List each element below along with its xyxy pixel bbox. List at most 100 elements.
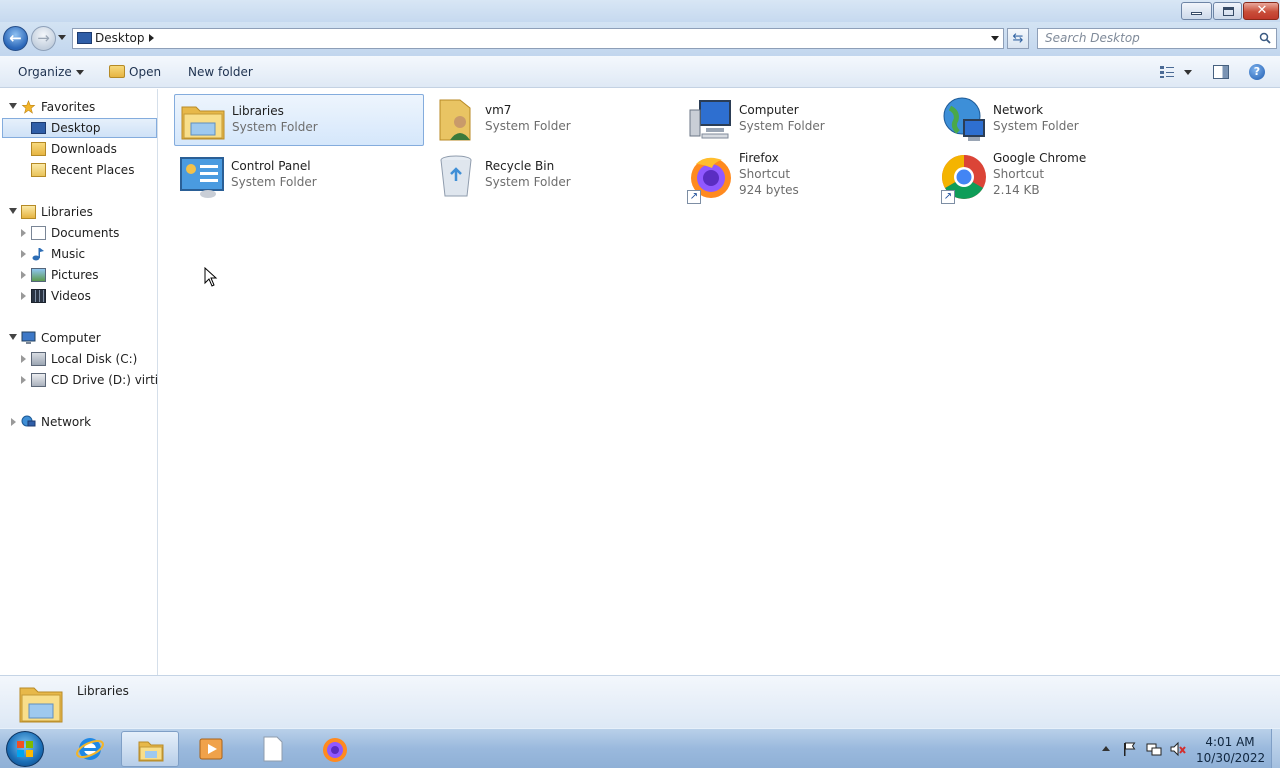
open-button[interactable]: Open [129, 65, 161, 79]
item-vm7[interactable]: vm7 System Folder [428, 94, 678, 146]
nav-pictures-label: Pictures [51, 268, 99, 282]
internet-explorer-icon [76, 738, 104, 760]
nav-favorites-label: Favorites [41, 100, 96, 114]
organize-button[interactable]: Organize [18, 65, 84, 79]
nav-downloads-label: Downloads [51, 142, 117, 156]
refresh-button[interactable]: ⇆ [1007, 28, 1029, 49]
item-google-chrome[interactable]: ↗ Google Chrome Shortcut 2.14 KB [936, 150, 1186, 204]
taskbar-internet-explorer[interactable] [61, 731, 119, 767]
nav-music[interactable]: Music [0, 244, 156, 264]
nav-cd-drive[interactable]: CD Drive (D:) virtio-w [0, 370, 157, 390]
expand-arrow-icon[interactable] [9, 208, 17, 214]
nav-desktop[interactable]: Desktop [2, 118, 157, 138]
forward-button[interactable]: → [31, 26, 56, 51]
nav-network[interactable]: Network [0, 412, 156, 432]
music-icon [32, 248, 44, 261]
help-icon[interactable]: ? [1249, 64, 1265, 80]
item-type: System Folder [232, 120, 318, 134]
nav-local-disk[interactable]: Local Disk (C:) [0, 349, 156, 369]
nav-downloads[interactable]: Downloads [0, 139, 156, 159]
minimize-button[interactable] [1181, 2, 1212, 20]
back-button[interactable]: ← [3, 26, 28, 51]
item-type: System Folder [231, 175, 317, 189]
desktop-icon [77, 32, 92, 44]
taskbar-windows-explorer[interactable] [121, 731, 179, 767]
item-name: Control Panel [231, 159, 311, 173]
nav-favorites[interactable]: Favorites [0, 97, 156, 117]
action-center-flag-icon[interactable] [1122, 741, 1138, 757]
libraries-icon [21, 205, 36, 219]
nav-libraries[interactable]: Libraries [0, 202, 156, 222]
change-view-icon[interactable] [1159, 65, 1175, 79]
expand-arrow-icon[interactable] [9, 334, 17, 340]
collapse-arrow-icon[interactable] [11, 418, 16, 426]
nav-videos[interactable]: Videos [0, 286, 156, 306]
item-firefox[interactable]: ↗ Firefox Shortcut 924 bytes [682, 150, 932, 204]
item-name: vm7 [485, 103, 512, 117]
new-folder-button[interactable]: New folder [188, 65, 253, 79]
breadcrumb-chevron-icon[interactable] [149, 34, 154, 42]
search-input[interactable]: Search Desktop [1037, 28, 1277, 49]
shortcut-arrow-icon: ↗ [687, 190, 701, 204]
system-clock[interactable]: 4:01 AM 10/30/2022 [1196, 734, 1265, 766]
item-type: System Folder [485, 119, 571, 133]
collapse-arrow-icon[interactable] [21, 355, 26, 363]
star-icon [21, 100, 36, 114]
nav-documents[interactable]: Documents [0, 223, 156, 243]
address-bar[interactable]: Desktop [72, 28, 1004, 49]
restore-button[interactable] [1213, 2, 1242, 20]
taskbar-notepad[interactable] [244, 731, 302, 767]
restore-icon [1223, 7, 1234, 16]
collapse-arrow-icon[interactable] [21, 229, 26, 237]
collapse-arrow-icon[interactable] [21, 292, 26, 300]
network-icon [21, 415, 36, 427]
clock-time: 4:01 AM [1205, 735, 1255, 749]
nav-recent-places[interactable]: Recent Places [0, 160, 156, 180]
recent-pages-dropdown[interactable] [58, 35, 66, 40]
control-panel-icon [180, 157, 224, 198]
item-control-panel[interactable]: Control Panel System Folder [174, 150, 424, 202]
documents-icon [31, 226, 46, 240]
close-button[interactable]: ✕ [1243, 2, 1279, 20]
item-computer[interactable]: Computer System Folder [682, 94, 932, 146]
item-name: Recycle Bin [485, 159, 555, 173]
search-icon[interactable] [1259, 32, 1271, 44]
desktop-icon [31, 122, 46, 134]
nav-pictures[interactable]: Pictures [0, 265, 156, 285]
show-desktop-button[interactable] [1271, 729, 1280, 768]
notepad-icon [263, 736, 283, 762]
nav-computer[interactable]: Computer [0, 328, 156, 348]
refresh-icon: ⇆ [1012, 31, 1024, 46]
forward-arrow-icon: → [37, 29, 50, 47]
preview-pane-icon[interactable] [1213, 65, 1229, 79]
open-folder-icon[interactable] [109, 65, 125, 78]
show-hidden-icons-button[interactable] [1102, 746, 1110, 751]
collapse-arrow-icon[interactable] [21, 271, 26, 279]
shortcut-arrow-icon: ↗ [941, 190, 955, 204]
media-player-icon [199, 738, 223, 760]
collapse-arrow-icon[interactable] [21, 250, 26, 258]
network-status-icon[interactable] [1146, 741, 1162, 757]
item-name: Libraries [232, 104, 284, 118]
firefox-icon: ↗ [686, 152, 734, 204]
nav-videos-label: Videos [51, 289, 91, 303]
item-network[interactable]: Network System Folder [936, 94, 1186, 146]
item-name: Network [993, 103, 1044, 117]
collapse-arrow-icon[interactable] [21, 376, 26, 384]
item-size: 2.14 KB [993, 183, 1040, 197]
expand-arrow-icon[interactable] [9, 103, 17, 109]
start-button[interactable] [6, 731, 44, 767]
taskbar-firefox[interactable] [306, 731, 364, 767]
item-recycle-bin[interactable]: Recycle Bin System Folder [428, 150, 678, 202]
taskbar: 4:01 AM 10/30/2022 [0, 728, 1280, 768]
computer-icon [21, 331, 36, 344]
view-options-dropdown[interactable] [1184, 70, 1192, 75]
address-location[interactable]: Desktop [95, 31, 145, 45]
address-dropdown-icon[interactable] [991, 36, 999, 41]
nav-network-label: Network [41, 415, 92, 429]
volume-muted-icon[interactable] [1170, 741, 1186, 757]
item-libraries[interactable]: Libraries System Folder [174, 94, 424, 146]
item-name: Google Chrome [993, 151, 1087, 165]
taskbar-media-player[interactable] [182, 731, 240, 767]
hard-disk-icon [31, 352, 46, 366]
